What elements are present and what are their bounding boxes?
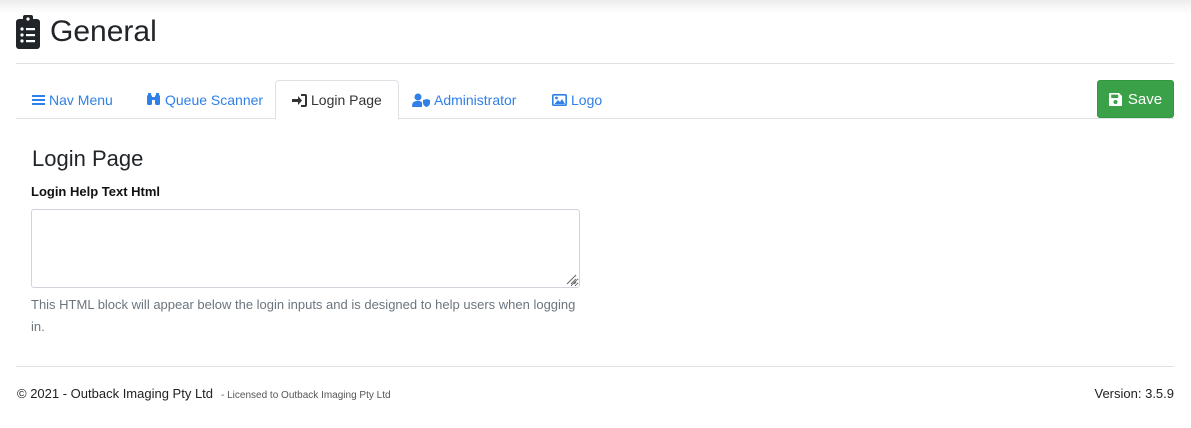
bars-icon [32,94,45,105]
tab-label: Queue Scanner [165,91,264,108]
page-title: General [50,15,157,48]
binoculars-icon [147,93,160,105]
tab-queue-scanner[interactable]: Queue Scanner [130,80,279,119]
tab-login-page[interactable]: Login Page [275,80,399,120]
image-icon [552,93,567,106]
tab-label: Administrator [434,91,517,108]
copyright-text: © 2021 - Outback Imaging Pty Ltd [17,386,214,401]
tab-nav-menu[interactable]: Nav Menu [16,80,129,119]
tab-logo[interactable]: Logo [536,80,618,119]
page-header: General [16,12,157,52]
version-text: Version: 3.5.9 [1094,386,1175,401]
help-text: This HTML block will appear below the lo… [31,297,576,334]
footer-left: © 2021 - Outback Imaging Pty Ltd - Licen… [17,386,391,401]
clipboard-list-icon [16,15,40,49]
tab-label: Login Page [311,92,382,108]
tab-administrator[interactable]: Administrator [396,80,532,119]
user-shield-icon [412,93,430,107]
login-help-text-input[interactable] [31,209,580,288]
tab-label: Logo [571,91,603,108]
sign-in-icon [292,93,307,107]
save-button[interactable]: Save [1097,80,1174,118]
header-divider [16,63,1174,64]
license-text: - Licensed to Outback Imaging Pty Ltd [221,390,391,401]
top-shadow [0,0,1191,14]
save-icon [1108,92,1122,106]
login-help-text-label: Login Help Text Html [31,184,161,199]
tab-bar: Nav Menu Queue Scanner Login Page Admini… [16,80,1174,120]
save-button-label: Save [1127,90,1163,108]
footer-divider [16,366,1174,367]
section-title: Login Page [32,146,144,171]
tab-label: Nav Menu [49,91,113,108]
